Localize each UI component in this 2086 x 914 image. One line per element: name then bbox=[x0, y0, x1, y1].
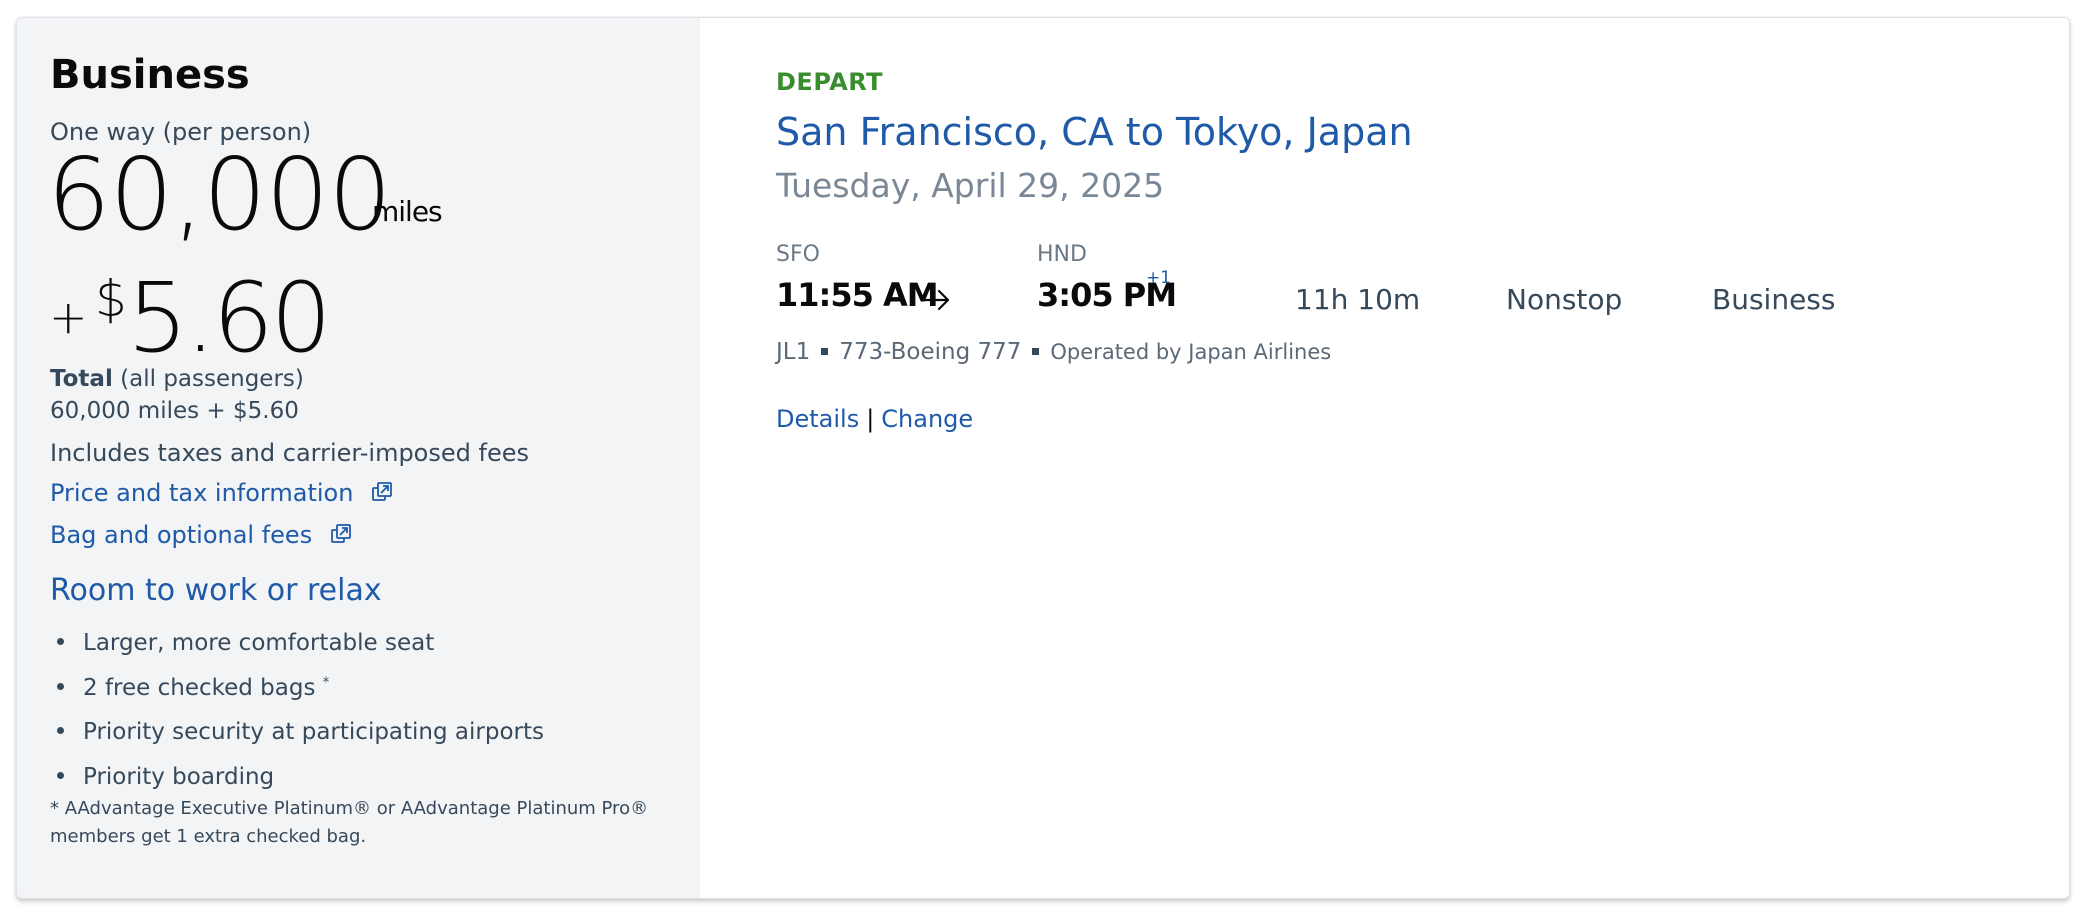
link-separator: | bbox=[866, 405, 875, 433]
fare-summary-panel: Business One way (per person) 60,000 mil… bbox=[17, 18, 700, 898]
footnote: * AAdvantage Executive Platinum® or AAdv… bbox=[50, 798, 649, 847]
price-tax-link[interactable]: Price and tax information bbox=[50, 479, 393, 509]
benefit-text: Larger, more comfortable seat bbox=[83, 630, 435, 656]
bullet bbox=[57, 638, 64, 645]
total-value: 60,000 miles + $5.60 bbox=[50, 398, 299, 424]
miles-amount: 60,000 bbox=[47, 136, 392, 253]
aircraft-type: 773-Boeing 777 bbox=[839, 339, 1022, 365]
separator-square bbox=[1032, 348, 1040, 355]
cash-amount: 5.60 bbox=[127, 262, 332, 374]
cabin-title: Business bbox=[50, 52, 250, 98]
external-link-icon bbox=[330, 523, 352, 551]
benefit-item: Priority security at participating airpo… bbox=[57, 719, 544, 745]
arrow-right-icon bbox=[921, 288, 951, 316]
operated-by: Operated by Japan Airlines bbox=[1050, 340, 1332, 364]
cabin-label: Business bbox=[1712, 283, 1836, 316]
external-link-icon bbox=[371, 481, 393, 509]
total-label: Total (all passengers) bbox=[50, 366, 304, 392]
benefit-item: Larger, more comfortable seat bbox=[57, 630, 434, 656]
flight-date: Tuesday, April 29, 2025 bbox=[776, 166, 1165, 205]
day-offset-badge: +1 bbox=[1146, 268, 1172, 288]
currency-symbol: $ bbox=[95, 270, 127, 328]
direction-label: DEPART bbox=[776, 68, 884, 96]
destination-code: HND bbox=[1037, 242, 1087, 267]
benefit-item: Priority boarding bbox=[57, 764, 274, 790]
includes-note: Includes taxes and carrier-imposed fees bbox=[50, 439, 529, 467]
change-link[interactable]: Change bbox=[881, 405, 973, 433]
route-title: San Francisco, CA to Tokyo, Japan bbox=[776, 110, 1413, 154]
flight-actions: Details | Change bbox=[776, 405, 973, 433]
plus-sign: + bbox=[49, 290, 88, 344]
origin-code: SFO bbox=[776, 242, 820, 267]
stops-label: Nonstop bbox=[1506, 283, 1623, 316]
bullet bbox=[57, 683, 64, 690]
price-tax-link-label: Price and tax information bbox=[50, 479, 354, 507]
depart-time: 11:55 AM bbox=[776, 276, 939, 314]
benefit-text: Priority security at participating airpo… bbox=[83, 719, 544, 745]
miles-unit: miles bbox=[372, 195, 443, 228]
asterisk: * bbox=[322, 675, 330, 691]
flight-detail-panel: DEPART San Francisco, CA to Tokyo, Japan… bbox=[700, 18, 2069, 898]
details-link[interactable]: Details bbox=[776, 405, 859, 433]
flight-number: JL1 bbox=[776, 339, 811, 365]
bag-fees-link-label: Bag and optional fees bbox=[50, 521, 313, 549]
bullet bbox=[57, 727, 64, 734]
bag-fees-link[interactable]: Bag and optional fees bbox=[50, 521, 352, 551]
benefit-text: 2 free checked bags bbox=[83, 675, 316, 701]
total-suffix: (all passengers) bbox=[120, 366, 304, 392]
total-bold: Total bbox=[50, 366, 113, 392]
benefits-title: Room to work or relax bbox=[50, 573, 382, 608]
flight-info-line: JL1 773-Boeing 777 Operated by Japan Airli… bbox=[776, 339, 1331, 365]
flight-fare-card: Business One way (per person) 60,000 mil… bbox=[16, 17, 2070, 899]
separator-square bbox=[821, 348, 829, 355]
benefit-item: 2 free checked bags * bbox=[57, 675, 329, 701]
flight-duration: 11h 10m bbox=[1295, 283, 1421, 316]
benefit-text: Priority boarding bbox=[83, 764, 275, 790]
bullet bbox=[57, 772, 64, 779]
